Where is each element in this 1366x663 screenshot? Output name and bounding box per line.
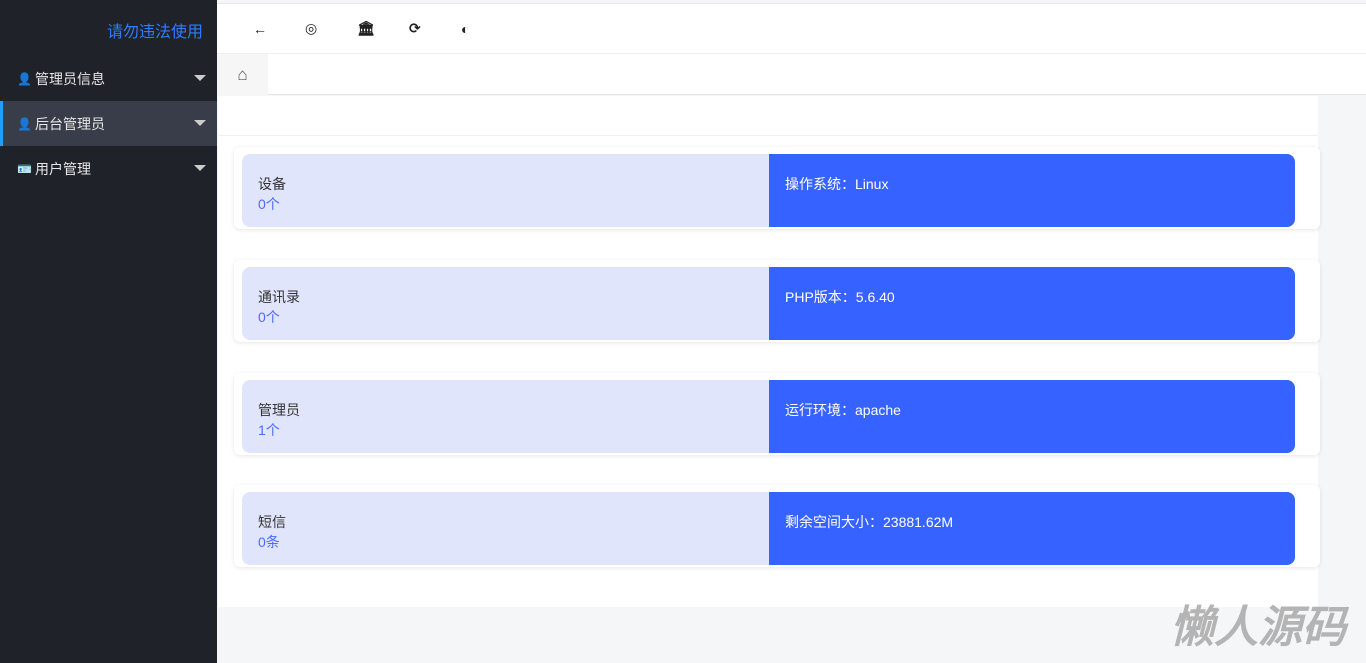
bank-icon[interactable]: 🏛 <box>357 20 409 37</box>
card-label: 短信 <box>258 512 753 532</box>
stat-card: 设备0个操作系统：Linux <box>234 147 1320 229</box>
user-icon: 👤 <box>17 117 32 131</box>
card-value: 0条 <box>258 532 753 552</box>
lifebuoy-icon[interactable]: ◎ <box>305 20 357 37</box>
home-tab[interactable]: ⌂ <box>217 54 268 95</box>
sidebar-item-label: 管理员信息 <box>35 69 105 89</box>
sidebar-item-backend-admin[interactable]: 👤后台管理员 <box>0 101 217 146</box>
stat-card: 通讯录0个 PHP版本：5.6.40 <box>234 260 1320 342</box>
caret-down-icon <box>194 75 206 81</box>
stat-card: 管理员1个运行环境：apache <box>234 373 1320 455</box>
watermark: 懒人源码 <box>1170 591 1346 655</box>
refresh-icon[interactable]: ⟳ <box>409 20 461 37</box>
id-card-icon: 🪪 <box>17 162 32 176</box>
card-info: PHP版本：5.6.40 <box>769 267 1295 340</box>
sidebar: 请勿违法使用 👤管理员信息 👤后台管理员 🪪用户管理 <box>0 0 217 663</box>
back-icon[interactable]: ← <box>253 21 305 37</box>
sidebar-item-label: 后台管理员 <box>35 114 105 134</box>
card-label: 通讯录 <box>258 287 753 307</box>
caret-down-icon <box>194 120 206 126</box>
card-label: 设备 <box>258 174 753 194</box>
sidebar-item-user-management[interactable]: 🪪用户管理 <box>0 146 217 191</box>
caret-down-icon <box>194 165 206 171</box>
stat-card: 短信0条剩余空间大小：23881.62M <box>234 485 1320 567</box>
user-icon: 👤 <box>17 72 32 86</box>
tab-bar: ⌂ <box>217 53 1366 95</box>
card-value: 1个 <box>258 420 753 440</box>
card-value: 0个 <box>258 307 753 327</box>
dashboard: 设备0个操作系统：Linux 通讯录0个PHP版本：5.6.40 管理员1个运行… <box>218 96 1318 607</box>
sidebar-item-label: 用户管理 <box>35 159 91 179</box>
card-info: 操作系统：Linux <box>769 154 1295 227</box>
home-icon: ⌂ <box>237 65 247 85</box>
logo-text: 请勿违法使用 <box>0 3 217 56</box>
content-header <box>218 96 1318 136</box>
sidebar-item-admin-info[interactable]: 👤管理员信息 <box>0 56 217 101</box>
card-label: 管理员 <box>258 400 753 420</box>
theme-icon[interactable]: ◐ <box>461 21 513 37</box>
card-info: 运行环境：apache <box>769 380 1295 453</box>
top-toolbar: ← ◎ 🏛 ⟳ ◐ <box>217 3 1366 53</box>
card-value: 0个 <box>258 194 753 214</box>
card-info: 剩余空间大小：23881.62M <box>769 492 1295 565</box>
